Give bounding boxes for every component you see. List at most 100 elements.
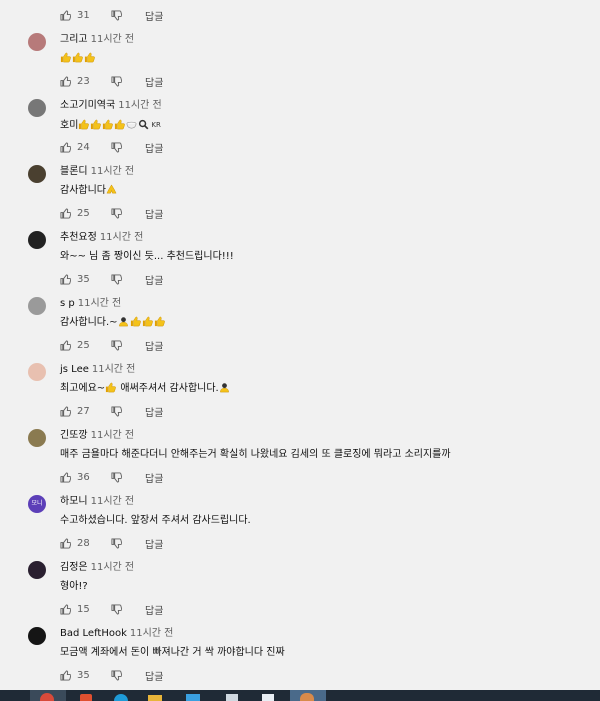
taskbar-app-icon[interactable] bbox=[80, 690, 94, 701]
thumbs-up-icon[interactable] bbox=[60, 75, 72, 87]
thumbs-up-emoji-icon bbox=[142, 316, 153, 327]
avatar[interactable] bbox=[28, 297, 46, 315]
like-count: 28 bbox=[77, 537, 90, 549]
thumbs-down-icon[interactable] bbox=[111, 207, 123, 219]
avatar[interactable] bbox=[28, 363, 46, 381]
like-count: 35 bbox=[77, 669, 90, 681]
reply-button[interactable]: 답글 bbox=[145, 74, 163, 89]
comment-text: 수고하셨습니다. 앞장서 주셔서 감사드립니다. bbox=[60, 514, 251, 528]
reply-button[interactable]: 답글 bbox=[145, 206, 163, 221]
reply-button[interactable]: 답글 bbox=[145, 602, 163, 617]
comment-author[interactable]: 긴또깡 bbox=[60, 430, 88, 441]
reply-button[interactable]: 답글 bbox=[145, 404, 163, 419]
avatar[interactable] bbox=[28, 33, 46, 51]
thumbs-up-icon[interactable] bbox=[60, 273, 72, 285]
thumbs-down-icon[interactable] bbox=[111, 75, 123, 87]
comment-author[interactable]: 김정은 bbox=[60, 562, 88, 573]
avatar[interactable] bbox=[28, 561, 46, 579]
like-count: 24 bbox=[77, 141, 90, 153]
taskbar-app-icon[interactable] bbox=[148, 690, 162, 701]
comment-actions: 23 답글 bbox=[0, 74, 163, 89]
like-count: 25 bbox=[77, 207, 90, 219]
comment-time[interactable]: 11시간 전 bbox=[91, 496, 135, 507]
thumbs-down-icon[interactable] bbox=[111, 537, 123, 549]
comment-time[interactable]: 11시간 전 bbox=[91, 166, 135, 177]
comment-text: 매주 금욜마다 해준다더니 안해주는거 확실히 나왔네요 김세의 또 클로징에 … bbox=[60, 448, 451, 462]
thumbs-down-icon[interactable] bbox=[111, 9, 122, 21]
reply-button[interactable]: 답글 bbox=[145, 140, 163, 155]
thumbs-down-icon[interactable] bbox=[111, 603, 123, 615]
comment-time[interactable]: 11시간 전 bbox=[91, 430, 135, 441]
thumbs-down-icon[interactable] bbox=[111, 405, 123, 417]
comment-text bbox=[60, 52, 96, 66]
avatar[interactable] bbox=[28, 627, 46, 645]
reply-button[interactable]: 답글 bbox=[145, 536, 163, 551]
thumbs-up-icon[interactable] bbox=[60, 9, 71, 21]
thumbs-up-icon[interactable] bbox=[60, 603, 72, 615]
comment-time[interactable]: 11시간 전 bbox=[92, 364, 136, 375]
comment-time[interactable]: 11시간 전 bbox=[91, 562, 135, 573]
reply-button[interactable]: 답글 bbox=[145, 338, 163, 353]
taskbar-app-icon[interactable] bbox=[114, 690, 128, 701]
bowl-emoji-icon bbox=[126, 119, 137, 130]
comment-author[interactable]: js Lee bbox=[60, 364, 89, 375]
like-count: 15 bbox=[77, 603, 90, 615]
comment-author[interactable]: Bad LeftHook bbox=[60, 628, 127, 639]
comment-actions: 35 답글 bbox=[0, 668, 163, 683]
pray-emoji-icon bbox=[106, 184, 117, 195]
comment-text: 모금액 계좌에서 돈이 빠져나간 거 싹 까야합니다 진짜 bbox=[60, 646, 285, 660]
taskbar-app-icon[interactable] bbox=[226, 690, 240, 701]
reply-button[interactable]: 답글 bbox=[145, 668, 163, 683]
comment-time[interactable]: 11시간 전 bbox=[100, 232, 144, 243]
reply-button[interactable]: 답글 bbox=[145, 272, 163, 287]
comment-text: 최고에요~ 애써주셔서 감사합니다. bbox=[60, 382, 231, 396]
taskbar-app-icon[interactable] bbox=[30, 690, 66, 701]
comment-author[interactable]: 하모니 bbox=[60, 496, 88, 507]
comment-author[interactable]: 그리고 bbox=[60, 34, 88, 45]
comment-text-part: 와~~ 님 좀 짱이신 듯... 추천드립니다!!! bbox=[60, 251, 234, 262]
thumbs-up-icon[interactable] bbox=[60, 669, 72, 681]
comment-time[interactable]: 11시간 전 bbox=[130, 628, 174, 639]
avatar[interactable] bbox=[28, 231, 46, 249]
reply-button[interactable]: 답글 bbox=[145, 8, 163, 23]
comment-text-part: 최고에요~ bbox=[60, 383, 106, 394]
thumbs-up-icon[interactable] bbox=[60, 339, 72, 351]
comment-text: 형아!? bbox=[60, 580, 88, 594]
comment-time[interactable]: 11시간 전 bbox=[118, 100, 162, 111]
comment-text-part: 애써주셔서 감사합니다. bbox=[117, 383, 219, 394]
thumbs-up-icon[interactable] bbox=[60, 405, 72, 417]
thumbs-up-emoji-icon bbox=[102, 119, 114, 130]
taskbar-app-icon[interactable] bbox=[186, 690, 200, 701]
avatar[interactable] bbox=[28, 429, 46, 447]
thumbs-up-emoji-icon bbox=[114, 119, 126, 130]
thumbs-up-emoji-icon bbox=[130, 316, 141, 327]
like-count: 31 bbox=[77, 9, 90, 21]
reply-button[interactable]: 답글 bbox=[145, 470, 163, 485]
comment-actions: 24 답글 bbox=[0, 140, 163, 155]
avatar[interactable]: 모니 bbox=[28, 495, 46, 513]
comment-time[interactable]: 11시간 전 bbox=[78, 298, 122, 309]
thumbs-up-icon[interactable] bbox=[60, 141, 72, 153]
comment-author[interactable]: 소고기미역국 bbox=[60, 100, 115, 111]
bow-emoji-icon bbox=[118, 316, 129, 327]
comment-text-part: 수고하셨습니다. 앞장서 주셔서 감사드립니다. bbox=[60, 515, 251, 526]
taskbar-app-icon[interactable] bbox=[290, 690, 326, 701]
thumbs-up-icon[interactable] bbox=[60, 537, 72, 549]
comment-author[interactable]: s p bbox=[60, 298, 75, 309]
thumbs-up-icon[interactable] bbox=[60, 207, 72, 219]
thumbs-down-icon[interactable] bbox=[111, 669, 123, 681]
comment-author[interactable]: 블론디 bbox=[60, 166, 88, 177]
comment-actions: 15 답글 bbox=[0, 602, 163, 617]
thumbs-down-icon[interactable] bbox=[111, 273, 123, 285]
thumbs-down-icon[interactable] bbox=[111, 339, 123, 351]
avatar[interactable] bbox=[28, 165, 46, 183]
taskbar-app-icon[interactable] bbox=[262, 690, 276, 701]
comment-time[interactable]: 11시간 전 bbox=[91, 34, 135, 45]
thumbs-up-icon[interactable] bbox=[60, 471, 72, 483]
comment-text-part: 형아!? bbox=[60, 581, 88, 592]
thumbs-up-emoji-icon bbox=[78, 119, 90, 130]
thumbs-down-icon[interactable] bbox=[111, 141, 123, 153]
comment-author[interactable]: 추천요정 bbox=[60, 232, 97, 243]
avatar[interactable] bbox=[28, 99, 46, 117]
thumbs-down-icon[interactable] bbox=[111, 471, 123, 483]
